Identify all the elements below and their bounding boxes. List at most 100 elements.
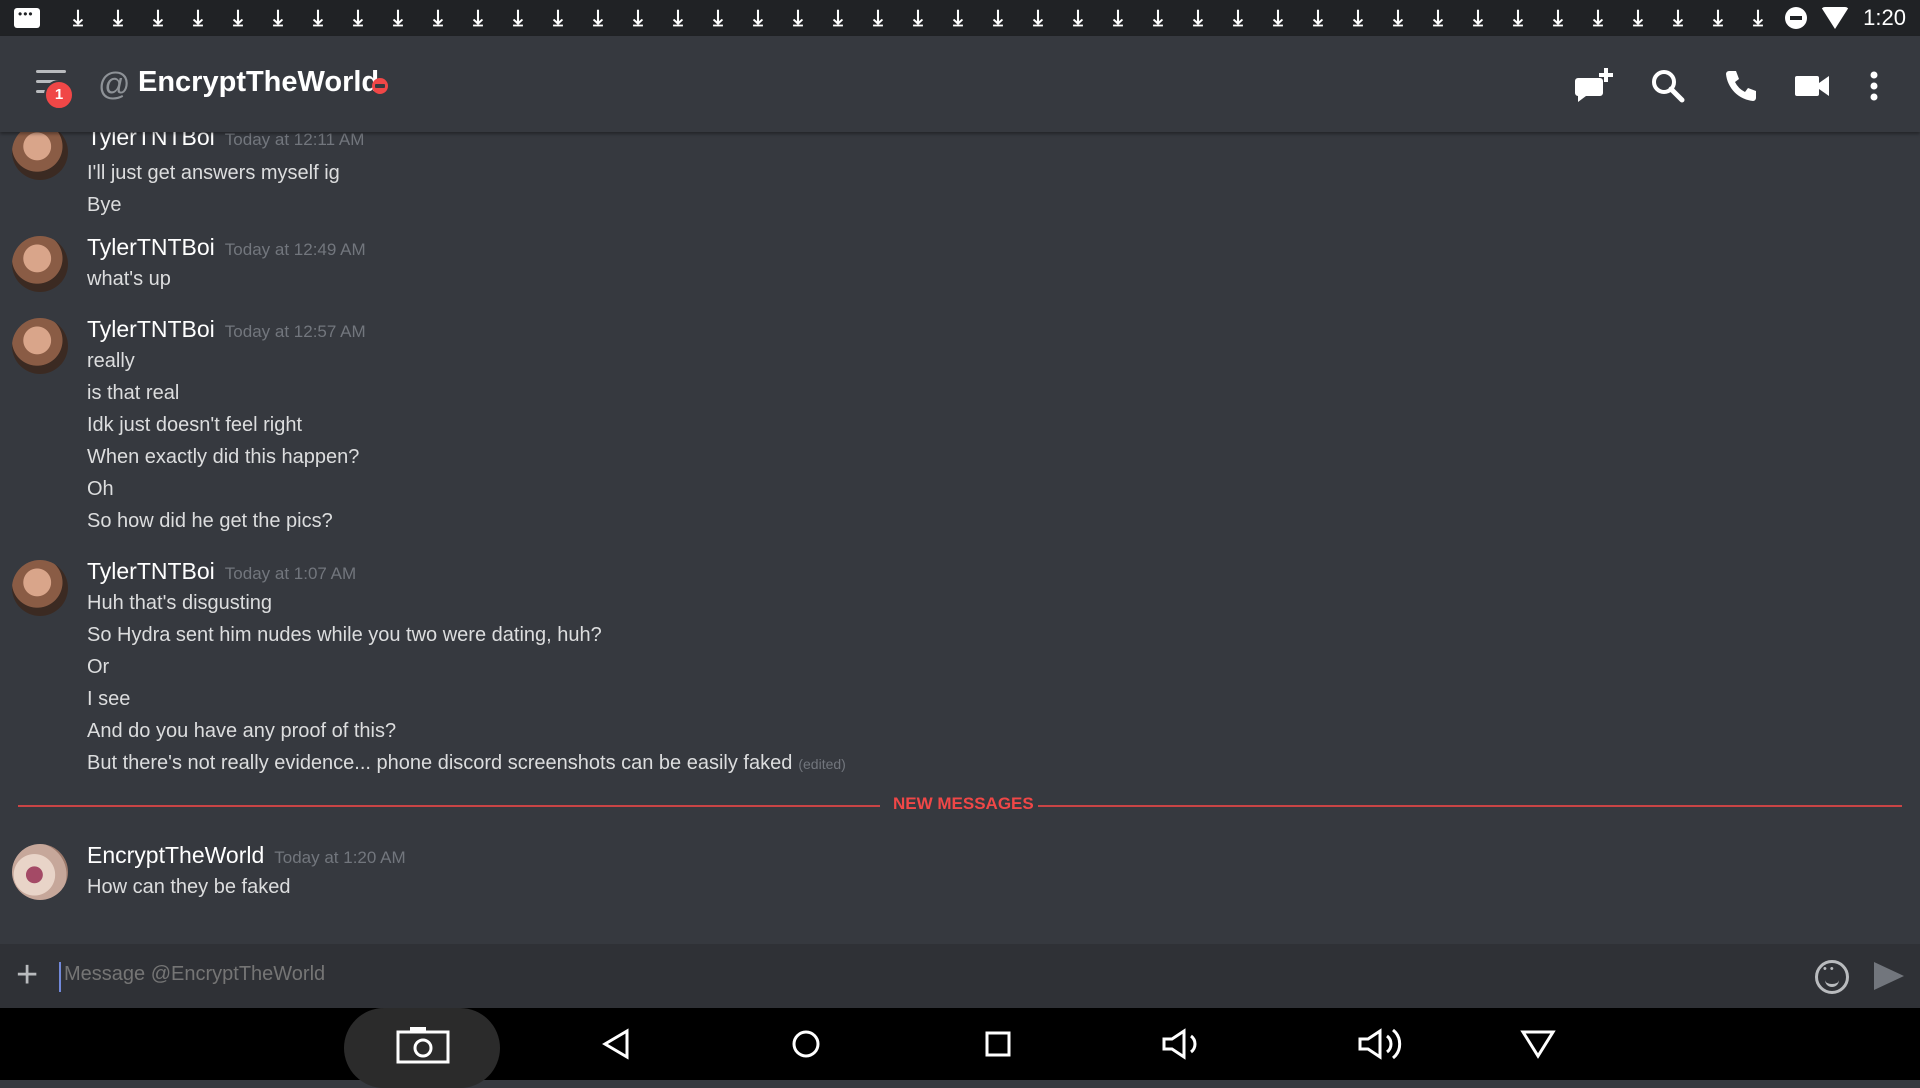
message-author[interactable]: TylerTNTBoi Today at 12:57 AM (87, 316, 366, 343)
send-icon[interactable] (1874, 962, 1904, 990)
download-arrow-icon: ⤓ (1393, 5, 1403, 30)
home-icon (792, 1030, 820, 1058)
avatar[interactable] (12, 236, 68, 292)
download-arrow-icon: ⤓ (1233, 5, 1243, 30)
message-timestamp: Today at 12:57 AM (224, 322, 366, 341)
message-line[interactable]: When exactly did this happen? (87, 446, 359, 469)
author-name[interactable]: TylerTNTBoi (87, 234, 215, 260)
message-line[interactable]: is that real (87, 382, 179, 405)
message-line[interactable]: I see (87, 688, 130, 711)
back-button[interactable] (596, 1008, 636, 1080)
download-arrow-icon: ⤓ (1193, 5, 1203, 30)
message-line[interactable]: Huh that's disgusting (87, 592, 272, 615)
add-attachment-icon[interactable]: + (16, 956, 38, 994)
download-arrow-icon: ⤓ (473, 5, 483, 30)
notification-shade-button[interactable] (1518, 1008, 1558, 1080)
download-arrow-icon: ⤓ (1033, 5, 1043, 30)
author-name[interactable]: TylerTNTBoi (87, 132, 215, 150)
download-arrow-icon: ⤓ (1313, 5, 1323, 30)
new-group-dm-icon[interactable] (1574, 66, 1614, 106)
system-nav-bar (0, 1008, 1920, 1088)
download-arrow-icon: ⤓ (1553, 5, 1563, 30)
volume-up-button[interactable] (1356, 1008, 1410, 1080)
download-arrow-icon: ⤓ (713, 5, 723, 30)
message-line[interactable]: And do you have any proof of this? (87, 720, 396, 743)
download-arrow-icon: ⤓ (393, 5, 403, 30)
message-author[interactable]: EncryptTheWorld Today at 1:20 AM (87, 842, 406, 869)
screenshot-icon (396, 1027, 450, 1064)
download-arrow-icon: ⤓ (1673, 5, 1683, 30)
download-arrow-icon: ⤓ (1273, 5, 1283, 30)
download-arrow-icon: ⤓ (233, 5, 243, 30)
notification-shade-icon (1520, 1030, 1556, 1059)
message-notification-icon (14, 7, 40, 28)
user-status-icon (372, 78, 388, 94)
author-name[interactable]: EncryptTheWorld (87, 842, 264, 868)
message-line[interactable]: Oh (87, 478, 114, 501)
download-notifications: ⤓ ⤓ ⤓ ⤓ ⤓ ⤓ ⤓ ⤓ ⤓ ⤓ ⤓ ⤓ ⤓ ⤓ ⤓ ⤓ ⤓ ⤓ ⤓ ⤓ ⤓ ⤓ ⤓ ⤓ ⤓ ⤓ ⤓ ⤓ ⤓ ⤓ ⤓ ⤓ ⤓ ⤓ ⤓ ⤓ ⤓ ⤓ ⤓ ⤓… (58, 0, 1778, 36)
download-arrow-icon: ⤓ (1593, 5, 1603, 30)
download-arrow-icon: ⤓ (1713, 5, 1723, 30)
message-line[interactable]: So Hydra sent him nudes while you two we… (87, 624, 602, 647)
home-button[interactable] (786, 1008, 826, 1080)
clock: 1:20 (1863, 5, 1906, 30)
screenshot-button[interactable] (344, 1008, 500, 1088)
text-cursor (59, 962, 61, 992)
message-author[interactable]: TylerTNTBoi Today at 12:11 AM (87, 132, 364, 151)
message-line[interactable]: Idk just doesn't feel right (87, 414, 302, 437)
back-icon (602, 1028, 629, 1060)
recents-button[interactable] (978, 1008, 1018, 1080)
download-arrow-icon: ⤓ (1113, 5, 1123, 30)
wifi-icon (1821, 7, 1850, 29)
message-line[interactable]: So how did he get the pics? (87, 510, 333, 533)
author-name[interactable]: TylerTNTBoi (87, 316, 215, 342)
download-arrow-icon: ⤓ (753, 5, 763, 30)
download-arrow-icon: ⤓ (513, 5, 523, 30)
message-text[interactable]: But there's not really evidence... phone… (87, 752, 792, 774)
new-messages-divider-left (18, 805, 880, 807)
message-line[interactable]: But there's not really evidence... phone… (87, 752, 846, 775)
edited-label: (edited) (798, 756, 846, 772)
download-arrow-icon: ⤓ (1073, 5, 1083, 30)
message-line[interactable]: Bye (87, 194, 121, 217)
message-line[interactable]: really (87, 350, 135, 373)
download-arrow-icon: ⤓ (833, 5, 843, 30)
message-author[interactable]: TylerTNTBoi Today at 12:49 AM (87, 234, 366, 261)
message-author[interactable]: TylerTNTBoi Today at 1:07 AM (87, 558, 356, 585)
search-icon[interactable] (1648, 66, 1688, 106)
download-arrow-icon: ⤓ (873, 5, 883, 30)
message-input[interactable] (62, 962, 1766, 987)
download-arrow-icon: ⤓ (1633, 5, 1643, 30)
volume-down-button[interactable] (1160, 1008, 1210, 1080)
download-arrow-icon: ⤓ (1353, 5, 1363, 30)
message-list[interactable]: TylerTNTBoi Today at 12:11 AM I'll just g… (0, 132, 1920, 944)
unread-badge: 1 (44, 80, 74, 110)
do-not-disturb-icon (1785, 7, 1808, 29)
download-arrow-icon: ⤓ (673, 5, 683, 30)
message-line[interactable]: Or (87, 656, 109, 679)
video-call-icon[interactable] (1792, 66, 1832, 106)
author-name[interactable]: TylerTNTBoi (87, 558, 215, 584)
message-line[interactable]: I'll just get answers myself ig (87, 162, 340, 185)
call-icon[interactable] (1720, 66, 1760, 106)
download-arrow-icon: ⤓ (353, 5, 363, 30)
emoji-icon[interactable] (1815, 960, 1849, 994)
download-arrow-icon: ⤓ (1153, 5, 1163, 30)
download-arrow-icon: ⤓ (113, 5, 123, 30)
avatar[interactable] (12, 844, 68, 900)
download-arrow-icon: ⤓ (913, 5, 923, 30)
at-icon: @ (98, 66, 131, 102)
volume-up-icon (1358, 1028, 1402, 1060)
download-arrow-icon: ⤓ (993, 5, 1003, 30)
message-line[interactable]: How can they be faked (87, 876, 290, 899)
download-arrow-icon: ⤓ (193, 5, 203, 30)
avatar[interactable] (12, 560, 68, 616)
download-arrow-icon: ⤓ (1753, 5, 1763, 30)
more-vert-icon[interactable] (1854, 66, 1894, 106)
avatar[interactable] (12, 132, 68, 180)
message-line[interactable]: what's up (87, 268, 171, 291)
avatar[interactable] (12, 318, 68, 374)
download-arrow-icon: ⤓ (633, 5, 643, 30)
download-arrow-icon: ⤓ (553, 5, 563, 30)
page-title: EncryptTheWorld (138, 66, 380, 98)
